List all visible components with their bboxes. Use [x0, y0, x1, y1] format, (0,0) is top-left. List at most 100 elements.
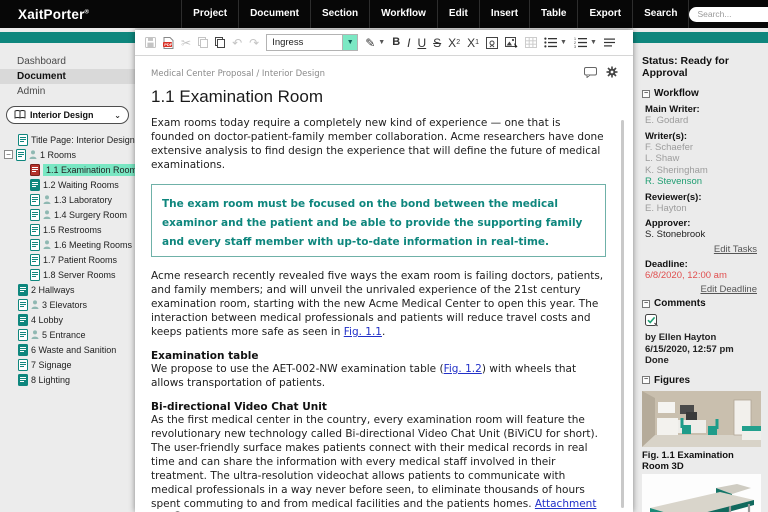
- fig-1-2-link[interactable]: Fig. 1.2: [444, 363, 482, 375]
- numbered-list-button[interactable]: 123: [574, 37, 587, 48]
- collapse-workflow-icon[interactable]: −: [642, 89, 650, 98]
- tree-item-8-lighting[interactable]: 8 Lighting: [0, 372, 135, 387]
- insert-table-icon[interactable]: [525, 37, 538, 48]
- deadline-label: Deadline:: [645, 258, 688, 270]
- svg-text:PDF: PDF: [164, 41, 173, 46]
- tree-item-1-8-server-rooms[interactable]: 1.8 Server Rooms: [0, 267, 135, 282]
- bullet-list-button[interactable]: [544, 37, 558, 48]
- tree-item-label: Title Page: Interior Design: [31, 134, 135, 145]
- document-icon: [30, 238, 40, 251]
- menu-document[interactable]: Document: [238, 0, 310, 28]
- tree-item-6-waste-and-sanition[interactable]: 6 Waste and Sanition: [0, 342, 135, 357]
- fig-1-1-link[interactable]: Fig. 1.1: [344, 326, 382, 338]
- bullet-list-caret-icon[interactable]: ▼: [560, 39, 567, 46]
- comment-done-checkbox-icon[interactable]: [645, 314, 658, 331]
- menu-workflow[interactable]: Workflow: [369, 0, 437, 28]
- heading-examination-table: Examination table: [151, 350, 259, 362]
- status-badge: Status: Ready for Approval: [642, 55, 729, 79]
- tree-item-1-5-restrooms[interactable]: 1.5 Restrooms: [0, 222, 135, 237]
- subscript-button[interactable]: X2: [448, 37, 460, 49]
- tree-item-7-signage[interactable]: 7 Signage: [0, 357, 135, 372]
- tree-item-1-rooms[interactable]: − 1 Rooms: [0, 147, 135, 162]
- menu-insert[interactable]: Insert: [478, 0, 529, 28]
- top-bar: XaitPorter® Project Document Section Workfl…: [0, 0, 768, 28]
- text-color-caret-icon[interactable]: ▼: [378, 39, 385, 46]
- menu-project[interactable]: Project: [181, 0, 238, 28]
- document-selector-value: Interior Design: [30, 110, 94, 120]
- tree-item-1-6-meeting-rooms[interactable]: 1.6 Meeting Rooms: [0, 237, 135, 252]
- sidebar-nav-document[interactable]: Document: [0, 69, 135, 84]
- save-icon[interactable]: [145, 37, 156, 48]
- bold-button[interactable]: B: [392, 37, 400, 48]
- italic-button[interactable]: I: [407, 37, 410, 49]
- tree-item-3-elevators[interactable]: 3 Elevators: [0, 297, 135, 312]
- tree-item-2-hallways[interactable]: 2 Hallways: [0, 282, 135, 297]
- writers-label: Writer(s):: [645, 130, 688, 142]
- collapse-icon[interactable]: −: [4, 150, 13, 159]
- tree-item-1-7-patient-rooms[interactable]: 1.7 Patient Rooms: [0, 252, 135, 267]
- app-body: Dashboard Document Admin Interior Design ⌄…: [0, 28, 768, 512]
- insert-image-icon[interactable]: [505, 36, 518, 49]
- menu-table[interactable]: Table: [529, 0, 577, 28]
- redo-icon[interactable]: ↷: [249, 37, 259, 49]
- document-icon: [30, 163, 40, 176]
- undo-icon[interactable]: ↶: [232, 37, 242, 49]
- paragraph-intro: Exam rooms today require a completely ne…: [151, 117, 604, 171]
- figure-1-2-thumbnail[interactable]: [642, 473, 761, 512]
- tree-item-1-1-examination-room[interactable]: 1.1 Examination Room: [0, 162, 135, 177]
- strikethrough-button[interactable]: S: [433, 37, 441, 49]
- teal-band-right: [633, 32, 768, 43]
- tree-item-4-lobby[interactable]: 4 Lobby: [0, 312, 135, 327]
- sidebar-nav-dashboard[interactable]: Dashboard: [0, 54, 135, 69]
- menu-edit[interactable]: Edit: [436, 0, 479, 28]
- special-character-icon[interactable]: [486, 36, 499, 49]
- comment-icon[interactable]: [584, 66, 597, 81]
- document-icon: [30, 253, 40, 266]
- document-icon: [18, 133, 28, 146]
- menu-export[interactable]: Export: [577, 0, 632, 28]
- search-input[interactable]: [689, 6, 768, 22]
- comments-section-header: − Comments: [642, 298, 706, 309]
- gear-icon[interactable]: [606, 66, 618, 81]
- paste-icon[interactable]: [215, 37, 226, 48]
- paragraph-style-select[interactable]: Ingress ▼: [266, 34, 359, 51]
- export-pdf-icon[interactable]: PDF: [163, 36, 174, 49]
- underline-button[interactable]: U: [417, 37, 426, 49]
- tree-item-1-3-laboratory[interactable]: 1.3 Laboratory: [0, 192, 135, 207]
- collapse-comments-icon[interactable]: −: [642, 299, 650, 308]
- text-color-icon[interactable]: ✎: [365, 37, 375, 49]
- chevron-down-icon: ⌄: [114, 110, 121, 120]
- document-icon: [18, 358, 28, 371]
- superscript-button[interactable]: X1: [467, 37, 479, 49]
- sidebar-nav-admin[interactable]: Admin: [0, 84, 135, 99]
- edit-deadline-link[interactable]: Edit Deadline: [645, 284, 757, 295]
- collapse-figures-icon[interactable]: −: [642, 376, 650, 384]
- deadline-value: 6/8/2020, 12:00 am: [645, 269, 727, 281]
- document-selector[interactable]: Interior Design ⌄: [6, 106, 129, 124]
- tree-item-1-2-waiting-rooms[interactable]: 1.2 Waiting Rooms: [0, 177, 135, 192]
- align-button[interactable]: [603, 38, 615, 47]
- numbered-list-caret-icon[interactable]: ▼: [590, 39, 597, 46]
- tree-item-label: 1.5 Restrooms: [43, 224, 102, 235]
- tree-item-label: 1.7 Patient Rooms: [43, 254, 118, 265]
- menu-section[interactable]: Section: [309, 0, 369, 28]
- callout-text: The exam room must be focused on the bon…: [162, 198, 583, 248]
- copy-icon[interactable]: [198, 37, 209, 48]
- comment-date: 6/15/2020, 12:57 pm: [645, 343, 734, 355]
- sidebar-nav: Dashboard Document Admin: [0, 54, 135, 99]
- menu-search[interactable]: Search: [632, 0, 690, 28]
- tree-item-5-entrance[interactable]: 5 Entrance: [0, 327, 135, 342]
- edit-tasks-link[interactable]: Edit Tasks: [645, 244, 757, 255]
- reviewers-label: Reviewer(s):: [645, 191, 702, 203]
- tree-item-1-4-surgery-room[interactable]: 1.4 Surgery Room: [0, 207, 135, 222]
- tree-item-title-page-interior-design[interactable]: Title Page: Interior Design: [0, 132, 135, 147]
- tree-item-label: 1.3 Laboratory: [54, 194, 113, 205]
- tree-item-label: 1.6 Meeting Rooms: [54, 239, 133, 250]
- person-icon: [43, 210, 51, 219]
- document-scrollbar[interactable]: [621, 120, 624, 508]
- comment-state: Done: [645, 355, 669, 366]
- figure-1-1-thumbnail[interactable]: [642, 390, 761, 447]
- person-icon: [31, 300, 39, 309]
- cut-icon[interactable]: ✂: [181, 37, 191, 49]
- document-icon: [18, 328, 28, 341]
